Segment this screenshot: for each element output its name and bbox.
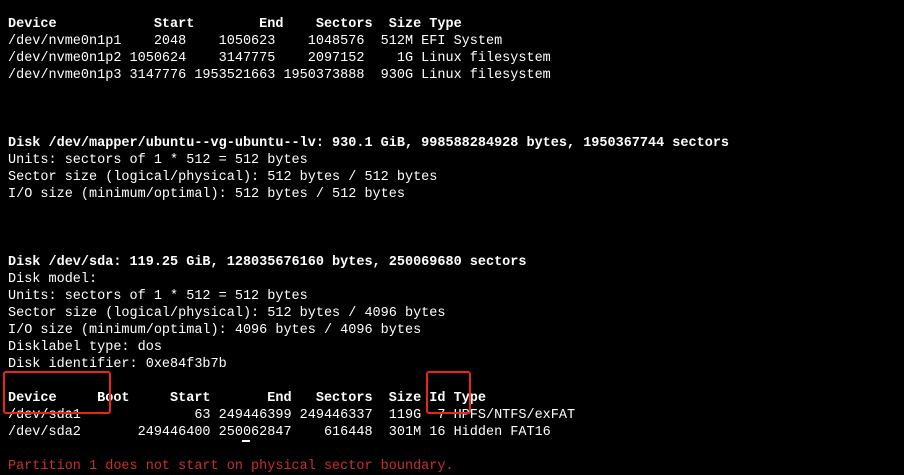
mapper-info-line: Units: sectors of 1 * 512 = 512 bytes	[8, 153, 308, 168]
terminal-output: Device Start End Sectors Size Type /dev/…	[8, 16, 904, 475]
sda-table-header: Device Boot Start End Sectors Size Id Ty…	[8, 391, 486, 406]
partition-warning: Partition 1 does not start on physical s…	[8, 459, 454, 474]
mapper-disk-summary: Disk /dev/mapper/ubuntu--vg-ubuntu--lv: …	[8, 136, 730, 151]
sda-info-line: I/O size (minimum/optimal): 4096 bytes /…	[8, 323, 422, 338]
sda-partition-row: /dev/sda2 249446400 250062847 616448 301…	[8, 425, 551, 440]
mapper-info-line: I/O size (minimum/optimal): 512 bytes / …	[8, 187, 405, 202]
nvme-partition-row: /dev/nvme0n1p1 2048 1050623 1048576 512M…	[8, 34, 503, 49]
nvme-table-header: Device Start End Sectors Size Type	[8, 17, 462, 32]
nvme-partition-row: /dev/nvme0n1p3 3147776 1953521663 195037…	[8, 68, 551, 83]
sda-info-line: Disk model:	[8, 272, 98, 287]
sda-info-line: Sector size (logical/physical): 512 byte…	[8, 306, 446, 321]
sda-disk-summary: Disk /dev/sda: 119.25 GiB, 128035676160 …	[8, 255, 527, 270]
sda-info-line: Units: sectors of 1 * 512 = 512 bytes	[8, 289, 308, 304]
sda-partition-row: /dev/sda1 63 249446399 249446337 119G 7 …	[8, 408, 576, 423]
sda-info-line: Disklabel type: dos	[8, 340, 162, 355]
mapper-info-line: Sector size (logical/physical): 512 byte…	[8, 170, 438, 185]
sda-info-line: Disk identifier: 0xe84f3b7b	[8, 357, 227, 372]
nvme-partition-row: /dev/nvme0n1p2 1050624 3147775 2097152 1…	[8, 51, 551, 66]
terminal-cursor	[242, 440, 250, 442]
